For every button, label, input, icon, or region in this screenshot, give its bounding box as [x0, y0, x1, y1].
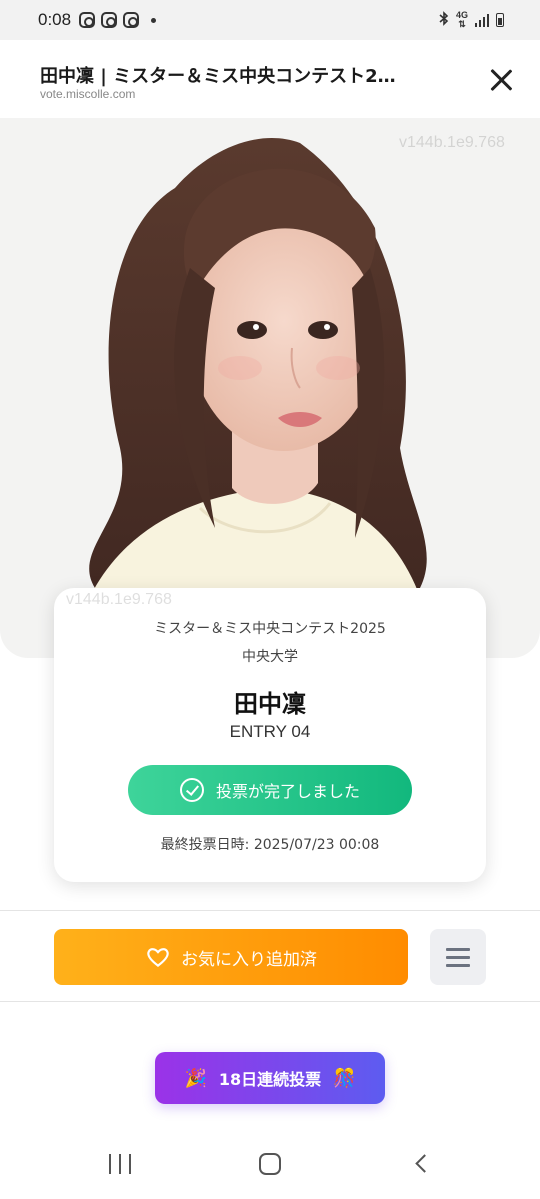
university-name: 中央大学	[242, 649, 298, 665]
status-bar: 0:08 4G ⇅	[0, 0, 540, 40]
battery-icon	[496, 13, 504, 27]
hamburger-menu-icon[interactable]	[430, 929, 486, 985]
network-icon: 4G ⇅	[455, 10, 468, 29]
signal-icon	[475, 13, 489, 27]
streak-badge[interactable]: 🎉 18日連続投票 🎊	[155, 1052, 385, 1104]
close-icon[interactable]	[484, 64, 518, 98]
check-circle-icon	[179, 778, 204, 802]
watermark: v144b.1e9.768	[399, 134, 505, 151]
page-title: 田中凜 | ミスター＆ミス中央コンテスト2…	[40, 66, 396, 87]
browser-header: 田中凜 | ミスター＆ミス中央コンテスト2… vote.miscolle.com	[0, 40, 540, 118]
last-vote-timestamp: 最終投票日時: 2025/07/23 00:08	[160, 837, 380, 853]
favorite-label: お気に入り追加済	[181, 949, 317, 970]
status-system-icons: 4G ⇅	[439, 11, 504, 30]
entry-number: ENTRY 04	[229, 722, 311, 741]
dot-icon	[151, 17, 157, 23]
entry-name: 田中凜	[234, 690, 306, 718]
card-watermark: v144b.1e9.768	[66, 591, 172, 608]
status-time: 0:08	[38, 10, 72, 29]
network-label: 4G	[455, 10, 468, 20]
instagram-icon	[79, 12, 96, 28]
recent-apps-icon[interactable]	[109, 1154, 131, 1174]
divider	[0, 1001, 540, 1002]
bluetooth-icon	[439, 10, 449, 30]
home-icon[interactable]	[259, 1153, 281, 1175]
vote-complete-label: 投票が完了しました	[215, 782, 360, 801]
favorite-button[interactable]: お気に入り追加済	[54, 929, 408, 985]
page-url: vote.miscolle.com	[40, 87, 136, 101]
contest-name: ミスター＆ミス中央コンテスト2025	[154, 621, 386, 637]
vote-complete-button[interactable]: 投票が完了しました	[128, 765, 412, 815]
status-notification-icons	[79, 12, 157, 28]
heart-icon	[147, 948, 169, 968]
streak-label: 18日連続投票	[218, 1070, 322, 1089]
entry-card: ミスター＆ミス中央コンテスト2025 中央大学 田中凜 ENTRY 04 投票が…	[54, 588, 486, 882]
party-popper-icon: 🎉	[184, 1067, 207, 1089]
portrait-photo	[70, 138, 435, 658]
instagram-icon	[123, 12, 140, 28]
divider	[0, 910, 540, 911]
instagram-icon	[101, 12, 118, 28]
confetti-ball-icon: 🎊	[333, 1067, 356, 1089]
hero-photo: v144b.1e9.768	[0, 118, 540, 658]
system-nav-bar	[0, 1140, 540, 1199]
back-icon[interactable]	[415, 1154, 434, 1173]
